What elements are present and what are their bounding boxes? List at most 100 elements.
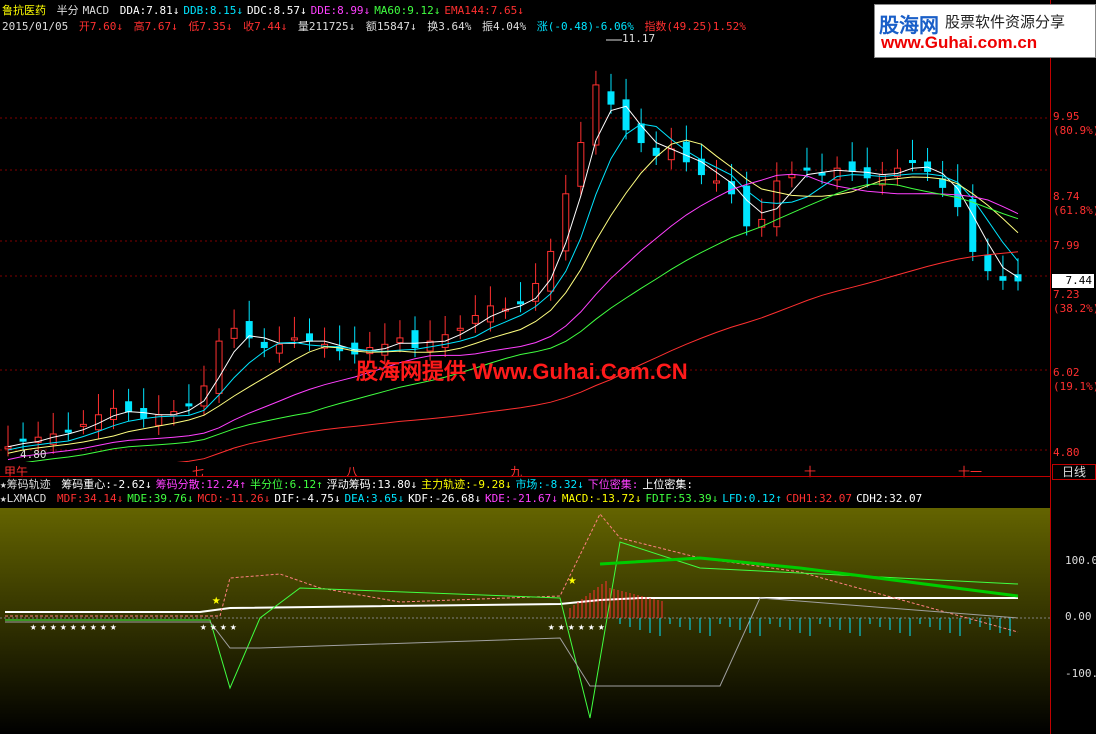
candle-26	[396, 337, 404, 344]
macd-value-5: KDF:-26.68↓	[408, 492, 482, 505]
candle-1	[19, 438, 27, 442]
candle-38	[577, 142, 585, 187]
chip-indicator-header: ★筹码轨迹 筹码重心:-2.62↓ 筹码分散:12.24↑ 半分位:6.12↑ 浮动筹…	[0, 478, 701, 491]
star-a-1: ★	[40, 620, 47, 633]
watermark-url: www.Guhai.com.cn	[881, 33, 1038, 52]
star-a-5: ★	[80, 620, 87, 633]
macd-value-9: LFD:0.12↑	[722, 492, 782, 505]
macd-indicator-title[interactable]: ★LXMACD	[0, 492, 46, 505]
chip-value-1: 筹码分散:12.24↑	[155, 478, 246, 491]
candle-47	[713, 180, 721, 184]
star-a-8: ★	[110, 620, 117, 633]
indicator-chart: ★ ★ ★ ★ ★ ★ ★ ★ ★ ★ ★ ★ ★ ★ ★ ★ ★ ★ ★★★	[0, 513, 1050, 719]
chip-value-5: 市场:-8.32↓	[515, 478, 584, 491]
candle-30	[456, 327, 464, 331]
macd-value-2: MCD:-11.26↓	[197, 492, 271, 505]
macd-value-8: FDIF:53.39↓	[645, 492, 719, 505]
candle-17	[260, 341, 268, 349]
yellow-star-1: ★	[212, 592, 221, 608]
candle-14	[215, 340, 223, 394]
last-price-tag: 7.44	[1052, 274, 1094, 288]
axis-label-799: 7.99	[1053, 239, 1080, 252]
candle-36	[547, 250, 555, 292]
star-c-4: ★	[588, 620, 595, 633]
axis-label-618: (61.8%)	[1053, 204, 1096, 217]
candle-20	[305, 333, 313, 342]
star-b-0: ★	[200, 620, 207, 633]
center-watermark: 股海网提供 Www.Guhai.Com.CN	[356, 359, 688, 384]
candle-44	[667, 148, 675, 161]
chip-value-7: 上位密集:	[642, 478, 694, 491]
price-axis: 9.95 (80.9%) 8.74 (61.8%) 7.99 7.23 (38.…	[1050, 0, 1096, 734]
axis-label-995: 9.95	[1053, 110, 1080, 123]
ma-value-0: DDA:7.81↓	[119, 4, 180, 17]
month-label-4: 十	[804, 465, 817, 479]
ma-line-dda	[7, 105, 1019, 448]
candle-42	[637, 123, 645, 144]
candle-8	[125, 401, 133, 413]
candle-13	[200, 385, 208, 407]
candle-64	[969, 199, 977, 252]
ma-values: DDA:7.81↓ DDB:8.15↓ DDC:8.57↓ DDE:8.99↓ MA60…	[120, 4, 528, 17]
star-c-3: ★	[578, 620, 585, 633]
chip-indicator-title[interactable]: ★筹码轨迹	[0, 478, 51, 491]
pink-dashed-line	[5, 513, 1019, 633]
chip-indicator-values: 筹码重心:-2.62↓ 筹码分散:12.24↑ 半分位:6.12↑ 浮动筹码:13.8…	[61, 478, 697, 491]
star-c-5: ★	[598, 620, 605, 633]
candle-65	[984, 254, 992, 272]
high-annotation: 11.17	[622, 32, 655, 45]
axis-label-809: (80.9%)	[1053, 124, 1096, 137]
candle-54	[818, 172, 826, 176]
panel-divider	[0, 476, 1050, 477]
sub-axis-0: 0.00	[1065, 610, 1092, 623]
star-b-2: ★	[220, 620, 227, 633]
axis-label-191: (19.1%)	[1053, 380, 1096, 393]
candle-56	[848, 161, 856, 172]
star-a-3: ★	[60, 620, 67, 633]
candle-32	[486, 305, 494, 323]
macd-value-1: MDE:39.76↓	[127, 492, 194, 505]
chip-value-2: 半分位:6.12↑	[249, 478, 323, 491]
candle-15	[230, 327, 238, 339]
chip-value-4: 主力轨迹:-9.28↓	[421, 478, 512, 491]
candle-53	[803, 167, 811, 171]
stock-name[interactable]: 鲁抗医药	[2, 4, 46, 17]
star-b-1: ★	[210, 620, 217, 633]
candle-52	[788, 174, 796, 179]
candle-60	[908, 160, 916, 164]
chip-value-0: 筹码重心:-2.62↓	[61, 478, 152, 491]
ma-value-4: MA60:9.12↓	[374, 4, 441, 17]
daily-tab[interactable]: 日线	[1052, 464, 1096, 480]
star-c-0: ★	[548, 620, 555, 633]
indicator-label[interactable]: MACD	[83, 4, 110, 17]
star-c-1: ★	[558, 620, 565, 633]
sub-axis-neg100: -100.0	[1065, 667, 1096, 680]
thick-green-line	[599, 556, 1019, 598]
site-watermark: 股海网 股票软件资源分享 www.Guhai.com.cn	[874, 4, 1096, 58]
price-chart[interactable]: 11.17 4.80	[0, 32, 1050, 462]
candle-7	[110, 407, 118, 421]
axis-label-723: 7.23	[1053, 288, 1080, 301]
period-label[interactable]: 半分	[57, 4, 79, 17]
star-a-7: ★	[100, 620, 107, 633]
star-c-2: ★	[568, 620, 575, 633]
green-line	[5, 541, 1019, 719]
low-annotation: 4.80	[20, 448, 47, 461]
ma-value-1: DDB:8.15↓	[183, 4, 243, 17]
axis-label-602: 6.02	[1053, 366, 1080, 379]
candle-66	[999, 276, 1007, 281]
candle-34	[517, 301, 525, 305]
month-label-5: 十一	[958, 465, 983, 479]
candle-41	[622, 99, 630, 131]
macd-indicator-header: ★LXMACD MDF:34.14↓ MDE:39.76↓ MCD:-11.26↓ D…	[0, 492, 930, 505]
axis-label-480: 4.80	[1053, 446, 1080, 459]
ma-value-5: EMA144:7.65↓	[444, 4, 524, 17]
chip-value-6: 下位密集:	[587, 478, 639, 491]
star-a-2: ★	[50, 620, 57, 633]
candle-43	[652, 147, 660, 156]
white-line	[5, 597, 1018, 613]
axis-label-382: (38.2%)	[1053, 302, 1096, 315]
candle-12	[185, 403, 193, 407]
macd-value-10: CDH1:32.07	[785, 492, 853, 505]
star-b-3: ★	[230, 620, 237, 633]
